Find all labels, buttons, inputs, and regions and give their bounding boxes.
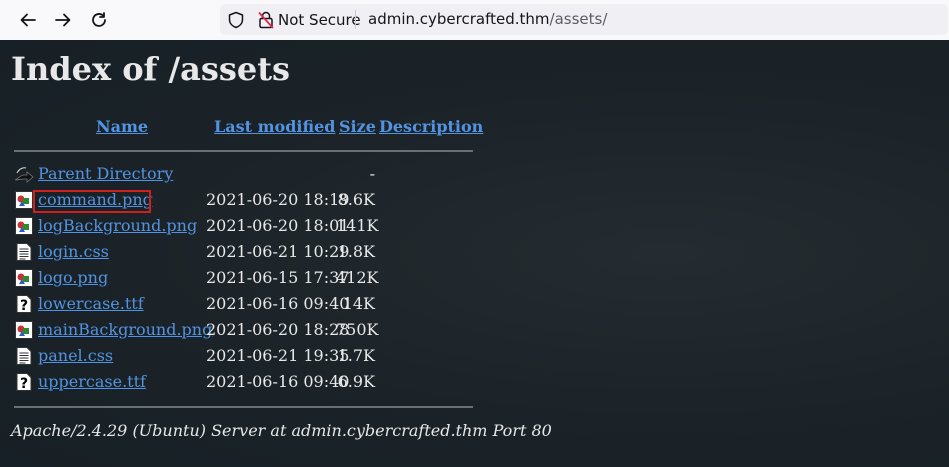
file-row: logBackground.png 2021-06-20 18:01 141K <box>14 216 484 240</box>
file-modified: 2021-06-16 09:40 <box>206 294 350 313</box>
tracking-protection-shield-icon[interactable] <box>227 11 245 33</box>
file-row: ? lowercase.ttf 2021-06-16 09:40 14K <box>14 294 484 318</box>
file-size: 750K <box>336 320 379 339</box>
back-button[interactable] <box>13 6 43 34</box>
file-size: 6.9K <box>337 372 375 391</box>
sort-by-name-link[interactable]: Name <box>96 117 148 136</box>
url-separator <box>355 10 356 29</box>
file-link-logbackground-png[interactable]: logBackground.png <box>38 216 197 235</box>
image-file-icon <box>15 217 33 235</box>
file-size: 141K <box>336 216 379 235</box>
file-row: logo.png 2021-06-15 17:37 412K <box>14 268 484 292</box>
text-file-icon <box>16 243 32 261</box>
file-row: mainBackground.png 2021-06-20 18:28 750K <box>14 320 484 344</box>
forward-button[interactable] <box>48 6 78 34</box>
parent-directory-link[interactable]: Parent Directory <box>38 164 173 183</box>
image-file-icon <box>15 191 33 209</box>
file-link-uppercase-ttf[interactable]: uppercase.ttf <box>38 372 146 391</box>
file-size: 8.6K <box>337 190 375 209</box>
page-title: Index of /assets <box>11 50 291 88</box>
file-size: 14K <box>342 294 375 313</box>
text-file-icon <box>16 347 32 365</box>
address-bar[interactable]: Not Secure admin.cybercrafted.thm/assets… <box>220 4 948 35</box>
unknown-file-icon: ? <box>16 373 32 392</box>
file-modified: 2021-06-21 10:29 <box>206 242 350 261</box>
file-size: 1.8K <box>337 242 375 261</box>
url-path: /assets/ <box>549 10 608 28</box>
file-link-mainbackground-png[interactable]: mainBackground.png <box>38 320 212 339</box>
unknown-file-icon: ? <box>16 295 32 314</box>
url-text[interactable]: admin.cybercrafted.thm/assets/ <box>368 10 607 28</box>
svg-text:?: ? <box>20 376 28 392</box>
sort-by-size-link[interactable]: Size <box>339 117 376 136</box>
file-link-login-css[interactable]: login.css <box>38 242 109 261</box>
sort-by-last-modified-link[interactable]: Last modified <box>214 117 335 136</box>
file-link-panel-css[interactable]: panel.css <box>38 346 113 365</box>
file-row: login.css 2021-06-21 10:29 1.8K <box>14 242 484 266</box>
browser-toolbar: Not Secure admin.cybercrafted.thm/assets… <box>0 0 949 41</box>
reload-button[interactable] <box>84 6 114 34</box>
header-divider <box>14 150 473 152</box>
sort-by-description-link[interactable]: Description <box>379 117 483 136</box>
file-modified: 2021-06-21 19:35 <box>206 346 350 365</box>
file-modified: 2021-06-15 17:37 <box>206 268 350 287</box>
server-signature: Apache/2.4.29 (Ubuntu) Server at admin.c… <box>11 421 552 440</box>
insecure-lock-icon <box>258 11 274 29</box>
file-modified: 2021-06-20 18:19 <box>206 190 350 209</box>
file-row: panel.css 2021-06-21 19:35 1.7K <box>14 346 484 370</box>
file-size: 412K <box>336 268 379 287</box>
image-file-icon <box>15 269 33 287</box>
reload-icon <box>92 12 106 27</box>
file-modified: 2021-06-16 09:40 <box>206 372 350 391</box>
image-file-icon <box>15 321 33 339</box>
file-row: ? uppercase.ttf 2021-06-16 09:40 6.9K <box>14 372 484 396</box>
file-modified: 2021-06-20 18:28 <box>206 320 350 339</box>
file-link-logo-png[interactable]: logo.png <box>38 268 108 287</box>
highlight-box <box>33 190 151 213</box>
security-label: Not Secure <box>278 11 361 29</box>
page-content: Index of /assets Name Last modified Size… <box>0 40 949 467</box>
arrow-right-icon <box>55 13 71 27</box>
footer-divider <box>14 406 473 408</box>
site-security-indicator[interactable]: Not Secure <box>258 11 361 29</box>
parent-directory-row: Parent Directory - <box>14 164 484 188</box>
back-arrow-icon <box>14 167 34 183</box>
file-modified: 2021-06-20 18:01 <box>206 216 350 235</box>
parent-size: - <box>369 164 375 183</box>
file-size: 1.7K <box>337 346 375 365</box>
file-link-lowercase-ttf[interactable]: lowercase.ttf <box>38 294 144 313</box>
arrow-left-icon <box>20 13 36 27</box>
svg-text:?: ? <box>20 298 28 314</box>
url-host: admin.cybercrafted.thm <box>368 10 550 28</box>
